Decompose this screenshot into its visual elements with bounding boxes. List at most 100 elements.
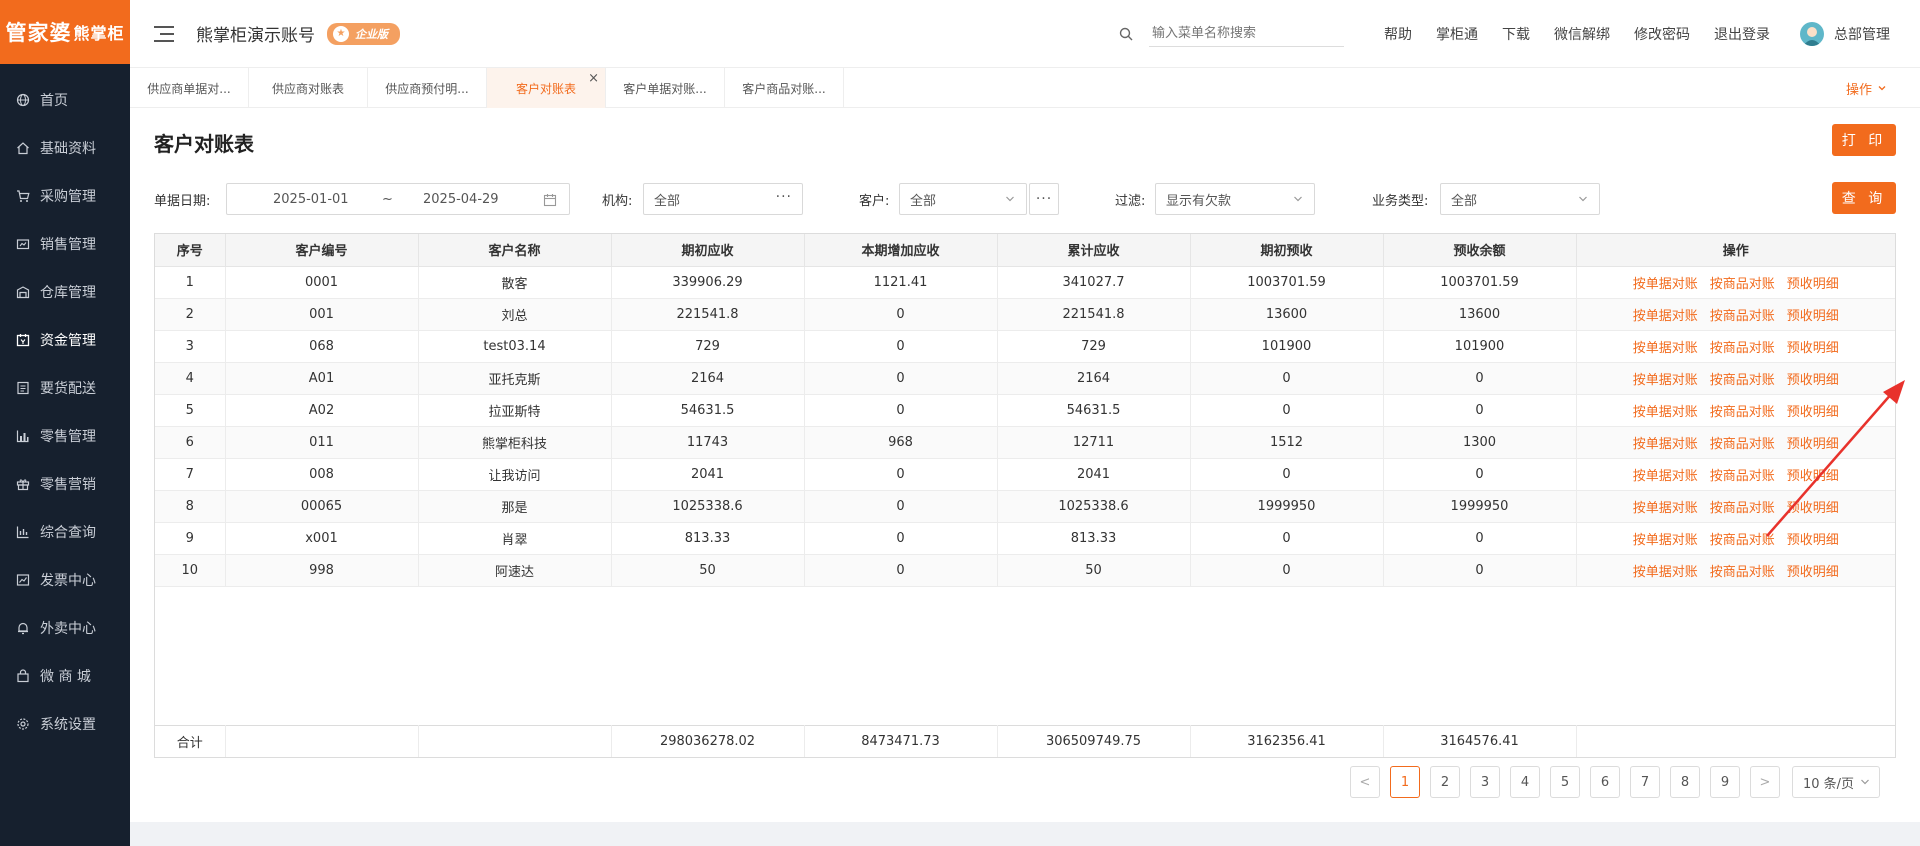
table-cell: 0 — [1383, 458, 1577, 491]
row-actions: 按单据对账 按商品对账 预收明细 — [1576, 554, 1895, 587]
page-button[interactable]: 8 — [1670, 766, 1700, 798]
summary-cell: 306509749.75 — [997, 724, 1191, 757]
prepayment-detail-link[interactable]: 预收明细 — [1787, 437, 1839, 452]
prepayment-detail-link[interactable]: 预收明细 — [1787, 565, 1839, 580]
prepayment-detail-link[interactable]: 预收明细 — [1787, 309, 1839, 324]
sales-icon — [16, 237, 30, 251]
page-button[interactable]: 9 — [1710, 766, 1740, 798]
page-button[interactable]: 2 — [1430, 766, 1460, 798]
logout-link[interactable]: 退出登录 — [1714, 24, 1770, 44]
help-link[interactable]: 帮助 — [1384, 24, 1412, 44]
sidebar-item-0[interactable]: 首页 — [0, 76, 130, 124]
tab-2[interactable]: 供应商预付明... — [368, 68, 487, 108]
filter-select[interactable]: 显示有欠款 — [1155, 183, 1315, 215]
sidebar-item-9[interactable]: 综合查询 — [0, 508, 130, 556]
tab-3[interactable]: 客户对账表 × — [487, 68, 606, 108]
table-row: 5 A02 拉亚斯特 54631.5 0 54631.5 0 0 按单据对账 按商品对账 预收明细 — [155, 394, 1895, 427]
prepayment-detail-link[interactable]: 预收明细 — [1787, 501, 1839, 516]
date-range-picker[interactable]: 2025-01-01 ~ 2025-04-29 — [226, 183, 570, 215]
sidebar-item-label: 资金管理 — [40, 333, 96, 349]
reconcile-by-document-link[interactable]: 按单据对账 — [1633, 469, 1698, 484]
reconcile-by-document-link[interactable]: 按单据对账 — [1633, 277, 1698, 292]
summary-row: 合计 298036278.02 8473471.73 306509749.75 3162… — [155, 724, 1895, 757]
sidebar-item-11[interactable]: 外卖中心 — [0, 604, 130, 652]
sidebar-item-7[interactable]: 零售管理 — [0, 412, 130, 460]
sidebar-item-5[interactable]: 资金管理 — [0, 316, 130, 364]
calendar-icon — [16, 333, 30, 347]
reconcile-by-document-link[interactable]: 按单据对账 — [1633, 373, 1698, 388]
sidebar-item-8[interactable]: 零售营销 — [0, 460, 130, 508]
reconcile-by-product-link[interactable]: 按商品对账 — [1710, 437, 1775, 452]
column-header: 本期增加应收 — [804, 234, 998, 267]
customer-picker-button[interactable]: ··· — [1029, 183, 1059, 215]
reconcile-by-product-link[interactable]: 按商品对账 — [1710, 341, 1775, 356]
sidebar-item-2[interactable]: 采购管理 — [0, 172, 130, 220]
bell-icon — [16, 621, 30, 635]
wechat-unbind-link[interactable]: 微信解绑 — [1554, 24, 1610, 44]
prepayment-detail-link[interactable]: 预收明细 — [1787, 533, 1839, 548]
biz-type-select[interactable]: 全部 — [1440, 183, 1600, 215]
reconcile-by-product-link[interactable]: 按商品对账 — [1710, 533, 1775, 548]
user-menu[interactable]: 总部管理 — [1800, 22, 1890, 46]
close-icon[interactable]: × — [588, 71, 599, 86]
line-chart-icon — [16, 573, 30, 587]
prepayment-detail-link[interactable]: 预收明细 — [1787, 373, 1839, 388]
reconcile-by-product-link[interactable]: 按商品对账 — [1710, 565, 1775, 580]
page-button[interactable]: 5 — [1550, 766, 1580, 798]
page-button[interactable]: 7 — [1630, 766, 1660, 798]
tab-4[interactable]: 客户单据对账... — [606, 68, 725, 108]
customer-select[interactable]: 全部 — [899, 183, 1027, 215]
org-select[interactable]: 全部 ··· — [643, 183, 803, 215]
reconcile-by-product-link[interactable]: 按商品对账 — [1710, 309, 1775, 324]
reconcile-by-product-link[interactable]: 按商品对账 — [1710, 373, 1775, 388]
change-password-link[interactable]: 修改密码 — [1634, 24, 1690, 44]
tab-1[interactable]: 供应商对账表 — [249, 68, 368, 108]
sidebar-item-4[interactable]: 仓库管理 — [0, 268, 130, 316]
reconcile-by-product-link[interactable]: 按商品对账 — [1710, 277, 1775, 292]
sidebar-item-6[interactable]: 要货配送 — [0, 364, 130, 412]
chevron-down-icon — [1878, 86, 1886, 91]
reconcile-by-document-link[interactable]: 按单据对账 — [1633, 437, 1698, 452]
reconcile-by-document-link[interactable]: 按单据对账 — [1633, 341, 1698, 356]
reconcile-by-document-link[interactable]: 按单据对账 — [1633, 565, 1698, 580]
gear-icon — [16, 717, 30, 731]
tab-0[interactable]: 供应商单据对... — [130, 68, 249, 108]
tab-5[interactable]: 客户商品对账... — [725, 68, 844, 108]
menu-search-input[interactable] — [1149, 21, 1344, 47]
prev-page-button[interactable]: < — [1350, 766, 1380, 798]
query-button[interactable]: 查 询 — [1832, 182, 1896, 214]
sidebar-item-1[interactable]: 基础资料 — [0, 124, 130, 172]
page-button[interactable]: 4 — [1510, 766, 1540, 798]
reconcile-by-document-link[interactable]: 按单据对账 — [1633, 405, 1698, 420]
table-cell: 50 — [997, 554, 1191, 587]
table-cell: 968 — [804, 426, 998, 459]
page-button[interactable]: 6 — [1590, 766, 1620, 798]
zhanggui-link[interactable]: 掌柜通 — [1436, 24, 1478, 44]
prepayment-detail-link[interactable]: 预收明细 — [1787, 277, 1839, 292]
reconcile-by-product-link[interactable]: 按商品对账 — [1710, 501, 1775, 516]
tab-ops-dropdown[interactable]: 操作 — [1846, 68, 1888, 108]
sidebar-item-10[interactable]: 发票中心 — [0, 556, 130, 604]
table-cell: 拉亚斯特 — [418, 394, 612, 427]
sidebar-item-12[interactable]: 微 商 城 — [0, 652, 130, 700]
sidebar-item-13[interactable]: 系统设置 — [0, 700, 130, 748]
page-size-select[interactable]: 10 条/页 — [1792, 766, 1880, 798]
page-button[interactable]: 3 — [1470, 766, 1500, 798]
reconcile-by-document-link[interactable]: 按单据对账 — [1633, 309, 1698, 324]
page-button[interactable]: 1 — [1390, 766, 1420, 798]
reconcile-by-product-link[interactable]: 按商品对账 — [1710, 405, 1775, 420]
prepayment-detail-link[interactable]: 预收明细 — [1787, 469, 1839, 484]
menu-toggle-icon[interactable] — [154, 25, 174, 42]
print-button[interactable]: 打 印 — [1832, 124, 1896, 156]
sidebar-item-label: 采购管理 — [40, 189, 96, 205]
reconcile-by-document-link[interactable]: 按单据对账 — [1633, 533, 1698, 548]
reconcile-by-product-link[interactable]: 按商品对账 — [1710, 469, 1775, 484]
reconcile-by-document-link[interactable]: 按单据对账 — [1633, 501, 1698, 516]
sidebar-item-3[interactable]: 销售管理 — [0, 220, 130, 268]
prepayment-detail-link[interactable]: 预收明细 — [1787, 405, 1839, 420]
table-cell: 9 — [155, 522, 226, 555]
prepayment-detail-link[interactable]: 预收明细 — [1787, 341, 1839, 356]
next-page-button[interactable]: > — [1750, 766, 1780, 798]
download-link[interactable]: 下载 — [1502, 24, 1530, 44]
date-end: 2025-04-29 — [423, 191, 499, 207]
